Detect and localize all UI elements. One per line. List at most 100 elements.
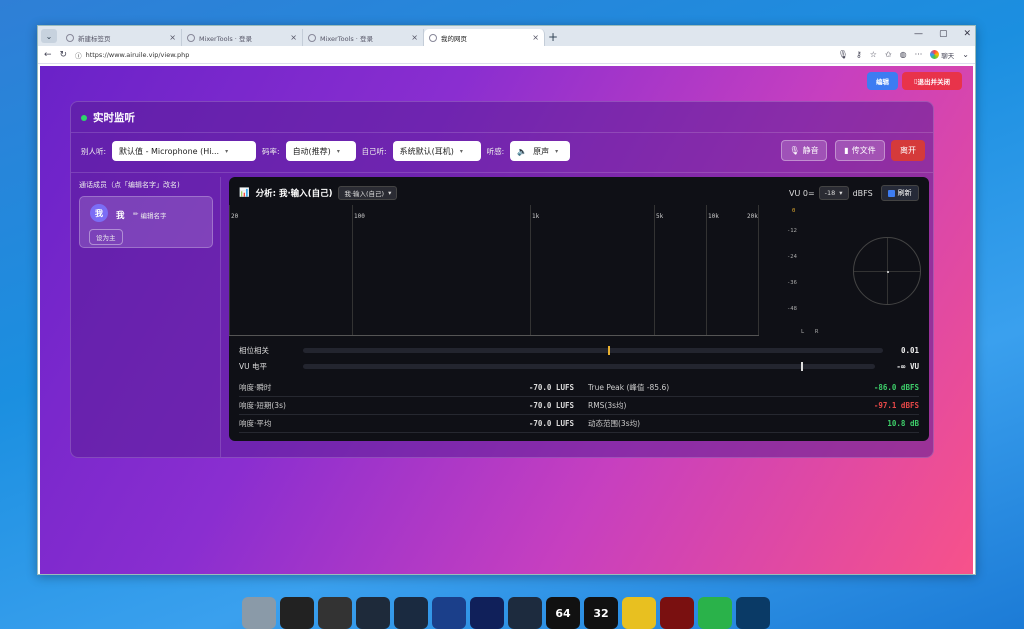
reload-icon[interactable]: ↻ [60, 50, 68, 60]
analyzer-panel: 📊 分析: 我·输入(自己) 我·输入(自己) ▾ VU 0= -18 ▾ dBFS… [229, 177, 929, 441]
vu-reference: VU 0= -18 ▾ dBFS 刷新 [789, 185, 919, 201]
member-card[interactable]: 我 我 ✏ 编辑名字 设为主 [79, 196, 213, 248]
tab-mixertools-2[interactable]: MixerTools · 登录 × [303, 29, 424, 46]
others-hear-select[interactable]: 默认值 - Microphone (Hi... ▾ [112, 141, 257, 161]
copilot-button[interactable]: 聊天 [930, 50, 954, 60]
vu-reference-select[interactable]: -18 ▾ [818, 186, 849, 200]
refresh-button[interactable]: 刷新 [880, 185, 919, 201]
stats-table: 响度·瞬时 -70.0 LUFS True Peak (峰值 -85.6) -8… [239, 379, 919, 433]
phase-meter: 相位相关 0.01 [239, 345, 919, 355]
more-icon[interactable]: ··· [915, 50, 923, 59]
self-hear-select[interactable]: 系统默认(耳机) ▾ [392, 141, 481, 161]
freq-label: 20 [231, 213, 239, 220]
mic-icon[interactable]: 🎙 [838, 50, 848, 59]
favorite-icon[interactable]: ☆ [870, 50, 877, 59]
exit-close-button[interactable]: ▯ 退出并关闭 [902, 72, 962, 90]
minimize-icon[interactable]: — [914, 29, 923, 39]
app-6-icon[interactable] [432, 597, 466, 629]
app-3-icon[interactable] [318, 597, 352, 629]
send-file-button[interactable]: ▮ 传文件 [835, 140, 885, 161]
app-4-icon[interactable] [356, 597, 390, 629]
account-icon[interactable]: ◍ [900, 50, 907, 59]
db-label: -12 [787, 228, 797, 234]
globe-icon [187, 33, 195, 42]
stat-row: 响度·平均 -70.0 LUFS 动态范围(3s均) 10.8 dB [239, 415, 919, 433]
close-icon[interactable]: × [169, 33, 176, 42]
speaker-icon: 🔈 [517, 146, 528, 156]
tab-bar: ⌄ 新建标签页 × MixerTools · 登录 × MixerTools · 登… [38, 26, 975, 46]
64bit-icon[interactable]: 64 [546, 597, 580, 629]
taskbar: 64 32 [242, 597, 770, 629]
app-5-icon[interactable] [394, 597, 428, 629]
cubase-icon[interactable] [508, 597, 542, 629]
url-field[interactable]: ⓘ https://www.airuile.vip/view.php [75, 50, 830, 60]
refresh-icon [887, 189, 895, 197]
freq-label: 10k [708, 213, 719, 220]
close-icon[interactable]: × [532, 33, 539, 42]
media-icon[interactable] [736, 597, 770, 629]
bitrate-select[interactable]: 自动(推荐) ▾ [285, 141, 356, 161]
db-label: -48 [787, 306, 797, 312]
leave-button[interactable]: 离开 [891, 140, 925, 161]
close-window-icon[interactable]: ✕ [963, 29, 971, 39]
monitor-panel: 实时监听 别人听: 默认值 - Microphone (Hi... ▾ 码率: 自… [70, 101, 934, 458]
db-label: 0 [792, 208, 796, 214]
members-panel: 通话成员（点「编辑名字」改名) 我 我 ✏ 编辑名字 设为主 [71, 177, 221, 457]
freq-label: 5k [656, 213, 664, 220]
panel-title: 实时监听 [81, 110, 135, 125]
mute-button[interactable]: 🎙 静音 [781, 140, 827, 161]
tab-mixertools-1[interactable]: MixerTools · 登录 × [182, 29, 303, 46]
set-main-button[interactable]: 设为主 [89, 229, 123, 245]
page-content: 编辑 ▯ 退出并关闭 实时监听 别人听: 默认值 - Microphone (H… [40, 66, 973, 574]
copilot-icon [930, 50, 940, 59]
tab-new[interactable]: 新建标签页 × [61, 29, 182, 46]
db-label: -24 [787, 254, 797, 260]
address-bar: ← ↻ ⓘ https://www.airuile.vip/view.php 🎙 … [38, 46, 975, 64]
stat-row: 响度·短期(3s) -70.0 LUFS RMS(3s均) -97.1 dBFS [239, 397, 919, 415]
channel-label: R [815, 329, 819, 335]
analyzer-source-select[interactable]: 我·输入(自己) ▾ [338, 186, 398, 200]
vu-marker [800, 361, 803, 371]
tab-my-page[interactable]: 我的网页 × [424, 29, 545, 46]
analyzer-title: 📊 分析: 我·输入(自己) 我·输入(自己) ▾ [239, 186, 398, 200]
listen-label: 听感: [486, 146, 505, 156]
toolbar-icons: 🎙 ⚷ ☆ ✩ ◍ ··· 聊天 ⌄ [838, 50, 969, 60]
app-2-icon[interactable] [280, 597, 314, 629]
caret-icon: ▾ [336, 147, 340, 155]
caret-icon: ▾ [839, 189, 843, 197]
notes-icon[interactable] [622, 597, 656, 629]
fender-studio-icon[interactable] [470, 597, 504, 629]
tab-icon [66, 33, 74, 42]
chart-icon: 📊 [239, 188, 250, 198]
freq-gridline [530, 205, 531, 335]
globe-icon [429, 33, 437, 42]
maximize-icon[interactable]: ▢ [939, 29, 948, 39]
freq-gridline [654, 205, 655, 335]
edit-button[interactable]: 编辑 [867, 72, 898, 90]
recorder-icon[interactable] [660, 597, 694, 629]
new-tab-button[interactable]: + [545, 30, 561, 44]
key-icon[interactable]: ⚷ [856, 50, 862, 59]
back-icon[interactable]: ← [44, 50, 52, 60]
app-1-icon[interactable] [242, 597, 276, 629]
phase-marker [607, 345, 610, 355]
wechat-icon[interactable] [698, 597, 732, 629]
divider [71, 172, 933, 173]
favorites-icon[interactable]: ✩ [885, 50, 892, 59]
tab-actions-button[interactable]: ⌄ [41, 29, 57, 43]
32bit-icon[interactable]: 32 [584, 597, 618, 629]
caret-icon: ▾ [225, 147, 229, 155]
listen-select[interactable]: 🔈 原声 ▾ [510, 141, 571, 161]
others-hear-label: 别人听: [81, 146, 107, 156]
db-label: -36 [787, 280, 797, 286]
edit-name-link[interactable]: ✏ 编辑名字 [133, 210, 166, 220]
channel-label: L [801, 329, 805, 335]
close-icon[interactable]: × [290, 33, 297, 42]
freq-gridline [758, 205, 759, 335]
file-icon: ▮ [844, 146, 849, 155]
close-icon[interactable]: × [411, 33, 418, 42]
vu-meter: VU 电平 -∞ VU [239, 361, 919, 371]
freq-gridline [352, 205, 353, 335]
chevron-down-icon[interactable]: ⌄ [962, 50, 969, 59]
avatar: 我 [90, 204, 108, 222]
